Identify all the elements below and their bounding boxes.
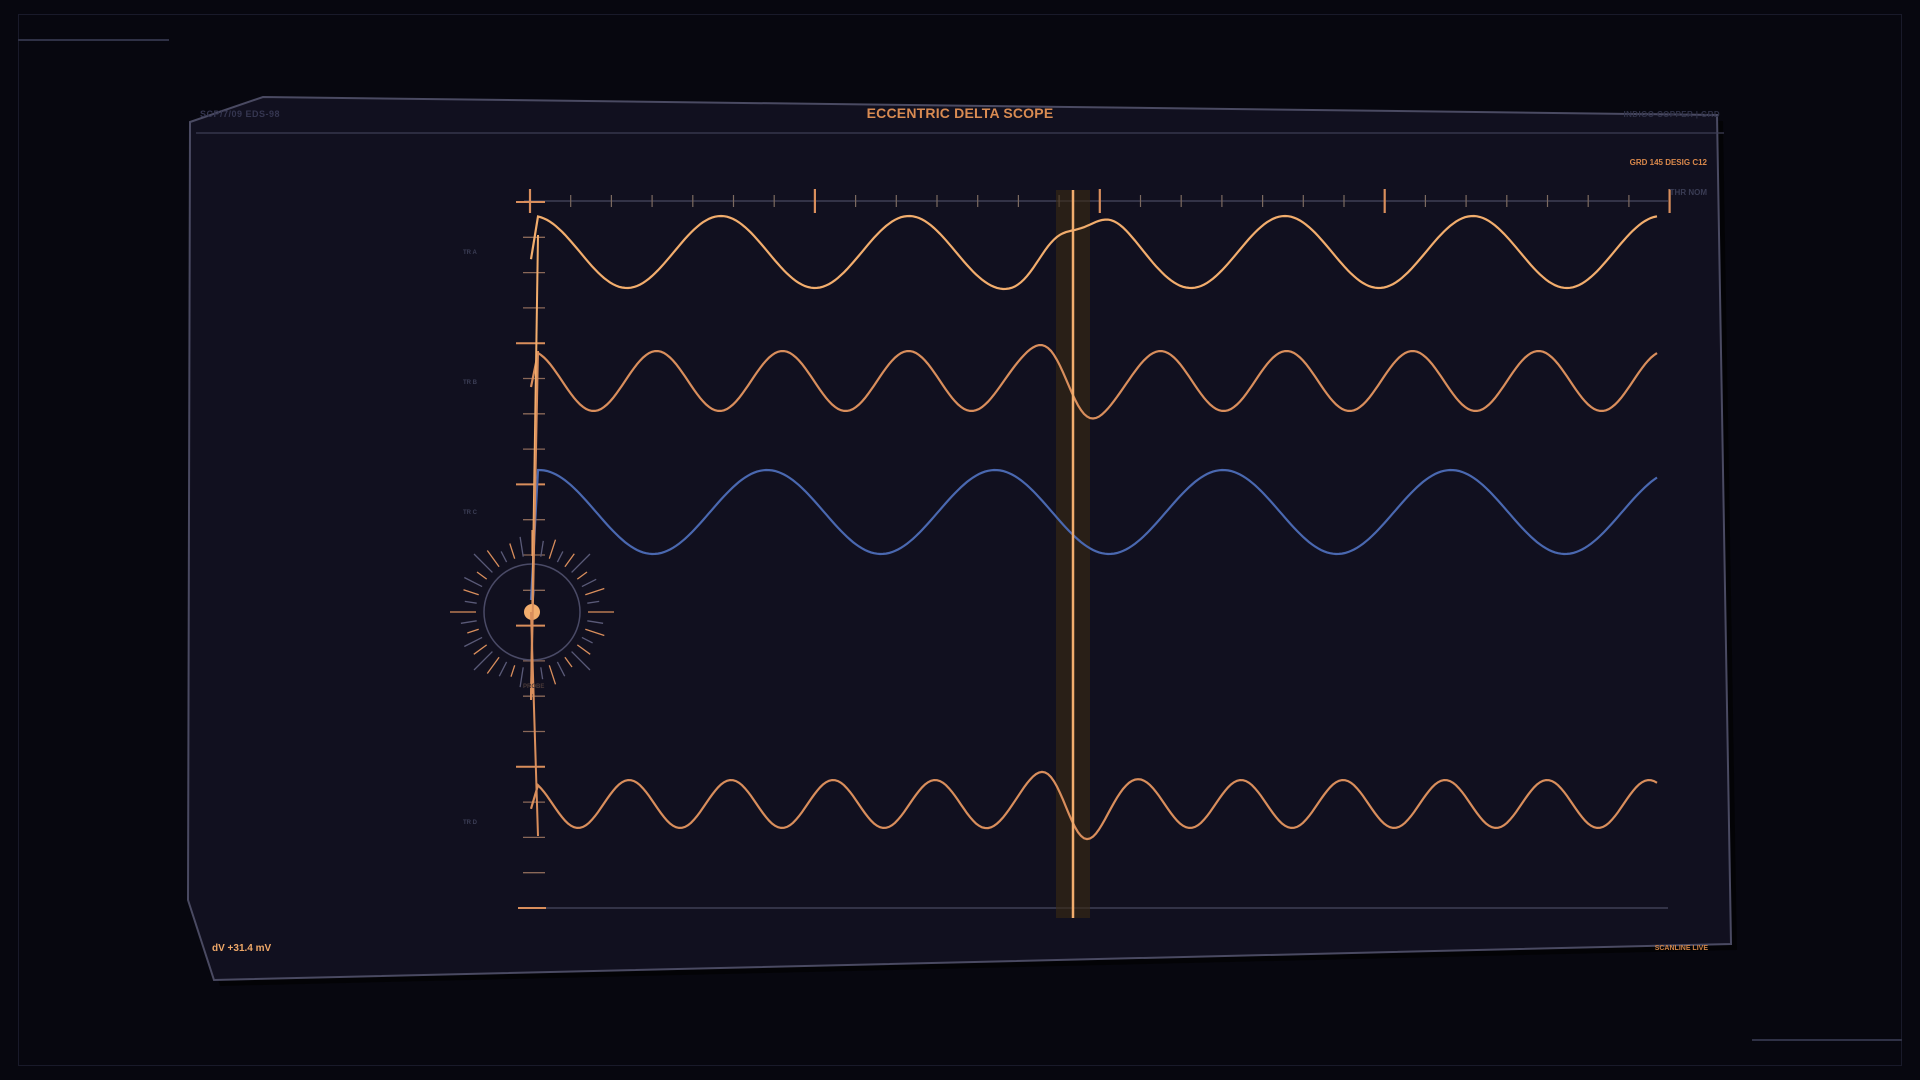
threshold-label: THR NOM — [1669, 188, 1707, 197]
trace-b-label: TR B — [463, 380, 477, 386]
device-id-label: SCP/7/09 EDS-98 — [200, 109, 281, 119]
scanline-status: SCANLINE LIVE — [1654, 945, 1708, 952]
trace-c-label: TR C — [463, 510, 477, 516]
trace-a-label: TR A — [463, 250, 477, 256]
theme-label: INDIGO COPPER | GRD — [1623, 110, 1720, 119]
scope-title: ECCENTRIC DELTA SCOPE — [866, 105, 1054, 121]
probe-label: PROBE — [523, 684, 545, 690]
grid-designation: GRD 145 DESIG C12 — [1629, 158, 1707, 167]
delta-voltage-readout: dV +31.4 mV — [212, 943, 272, 954]
trace-d-label: TR D — [463, 820, 477, 826]
